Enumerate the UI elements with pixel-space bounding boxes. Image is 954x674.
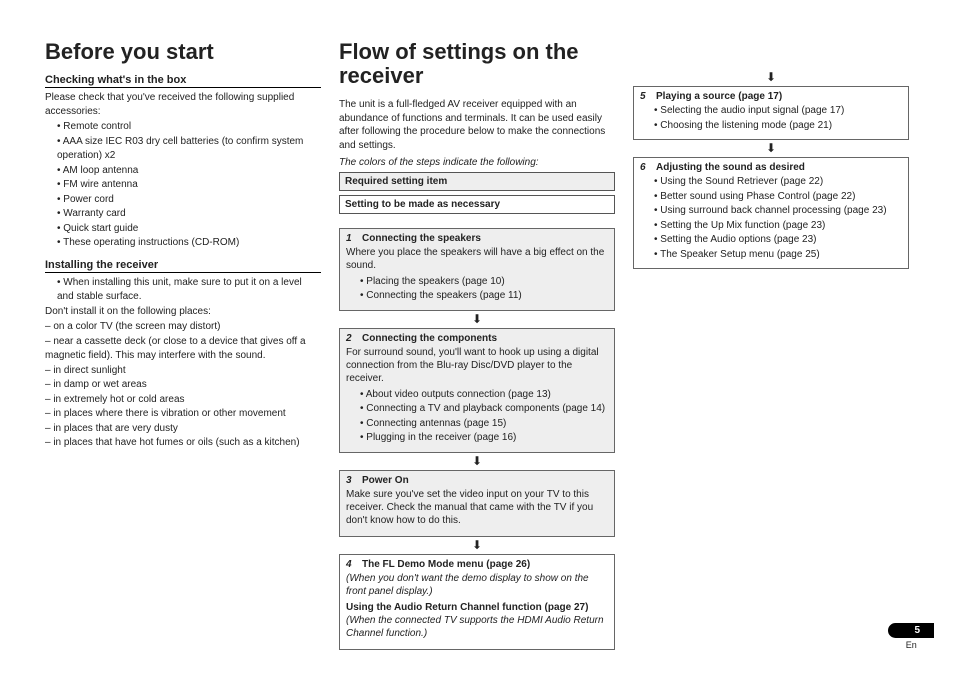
list-item: – in places that are very dusty xyxy=(45,422,321,437)
page-language: En xyxy=(888,640,934,650)
column-flow-settings: Flow of settings on the receiver The uni… xyxy=(339,40,615,652)
step-note: (When the connected TV supports the HDMI… xyxy=(346,614,608,640)
heading-before-you-start: Before you start xyxy=(45,40,321,64)
list-item: Better sound using Phase Control (page 2… xyxy=(654,190,902,205)
list-item: – in direct sunlight xyxy=(45,364,321,379)
list-item: – in places that have hot fumes or oils … xyxy=(45,436,321,451)
heading-flow-settings: Flow of settings on the receiver xyxy=(339,40,615,88)
step-body: Where you place the speakers will have a… xyxy=(346,246,608,272)
subheading-installing: Installing the receiver xyxy=(45,259,321,273)
step-3: 3 Power On Make sure you've set the vide… xyxy=(339,470,615,537)
column-before-you-start: Before you start Checking what's in the … xyxy=(45,40,321,652)
list-item: Choosing the listening mode (page 21) xyxy=(654,119,902,134)
step-number: 5 xyxy=(640,91,650,102)
step-title: Connecting the speakers xyxy=(362,233,481,244)
list-item: AM loop antenna xyxy=(57,164,321,179)
step-number: 4 xyxy=(346,559,356,570)
step-title: Adjusting the sound as desired xyxy=(656,162,805,173)
step-body: Make sure you've set the video input on … xyxy=(346,488,608,527)
arrow-down-icon: ⬇ xyxy=(633,71,909,83)
list-item: These operating instructions (CD-ROM) xyxy=(57,236,321,251)
step-title: The FL Demo Mode menu (page 26) xyxy=(362,559,530,570)
list-item: Connecting antennas (page 15) xyxy=(360,417,608,432)
list-item: Warranty card xyxy=(57,207,321,222)
list-item: – on a color TV (the screen may distort) xyxy=(45,320,321,335)
step-1: 1 Connecting the speakers Where you plac… xyxy=(339,228,615,311)
legend-required: Required setting item xyxy=(339,172,615,191)
list-item: About video outputs connection (page 13) xyxy=(360,388,608,403)
list-item: Using surround back channel processing (… xyxy=(654,204,902,219)
legend-intro: The colors of the steps indicate the fol… xyxy=(339,156,615,170)
list-places: – on a color TV (the screen may distort)… xyxy=(45,320,321,451)
step-subheading: Using the Audio Return Channel function … xyxy=(346,602,608,613)
list-item: Power cord xyxy=(57,193,321,208)
step-number: 2 xyxy=(346,333,356,344)
list-item: Using the Sound Retriever (page 22) xyxy=(654,175,902,190)
arrow-down-icon: ⬇ xyxy=(339,313,615,325)
arrow-down-icon: ⬇ xyxy=(339,455,615,467)
step-title: Playing a source (page 17) xyxy=(656,91,782,102)
list-item: Selecting the audio input signal (page 1… xyxy=(654,104,902,119)
step-number: 1 xyxy=(346,233,356,244)
list-item: Setting the Up Mix function (page 23) xyxy=(654,219,902,234)
page-badge: 5 En xyxy=(888,623,934,650)
legend-optional: Setting to be made as necessary xyxy=(339,195,615,214)
step-6: 6 Adjusting the sound as desired Using t… xyxy=(633,157,909,269)
step-note: (When you don't want the demo display to… xyxy=(346,572,608,598)
arrow-down-icon: ⬇ xyxy=(339,539,615,551)
list-item: Connecting the speakers (page 11) xyxy=(360,289,608,304)
column-flow-continued: ⬇ 5 Playing a source (page 17) Selecting… xyxy=(633,40,909,652)
list-item: – in damp or wet areas xyxy=(45,378,321,393)
step-body: For surround sound, you'll want to hook … xyxy=(346,346,608,385)
list-item: Setting the Audio options (page 23) xyxy=(654,233,902,248)
step-2: 2 Connecting the components For surround… xyxy=(339,328,615,453)
list-item: FM wire antenna xyxy=(57,178,321,193)
intro-dont-install: Don't install it on the following places… xyxy=(45,305,321,319)
list-item: Remote control xyxy=(57,120,321,135)
list-item: – in extremely hot or cold areas xyxy=(45,393,321,408)
intro-flow: The unit is a full-fledged AV receiver e… xyxy=(339,98,615,152)
page-number: 5 xyxy=(888,623,934,638)
list-item: Placing the speakers (page 10) xyxy=(360,275,608,290)
subheading-checking-box: Checking what's in the box xyxy=(45,74,321,88)
list-item: – in places where there is vibration or … xyxy=(45,407,321,422)
list-install-note: When installing this unit, make sure to … xyxy=(45,276,321,305)
step-title: Power On xyxy=(362,475,409,486)
list-item: Connecting a TV and playback components … xyxy=(360,402,608,417)
list-item: AAA size IEC R03 dry cell batteries (to … xyxy=(57,135,321,164)
step-5: 5 Playing a source (page 17) Selecting t… xyxy=(633,86,909,140)
step-number: 6 xyxy=(640,162,650,173)
arrow-down-icon: ⬇ xyxy=(633,142,909,154)
list-item: The Speaker Setup menu (page 25) xyxy=(654,248,902,263)
intro-checking-box: Please check that you've received the fo… xyxy=(45,91,321,118)
list-item: – near a cassette deck (or close to a de… xyxy=(45,335,321,364)
step-number: 3 xyxy=(346,475,356,486)
list-item: Plugging in the receiver (page 16) xyxy=(360,431,608,446)
list-item: When installing this unit, make sure to … xyxy=(57,276,321,305)
list-item: Quick start guide xyxy=(57,222,321,237)
step-title: Connecting the components xyxy=(362,333,497,344)
step-4: 4 The FL Demo Mode menu (page 26) (When … xyxy=(339,554,615,650)
list-box-contents: Remote control AAA size IEC R03 dry cell… xyxy=(45,120,321,251)
